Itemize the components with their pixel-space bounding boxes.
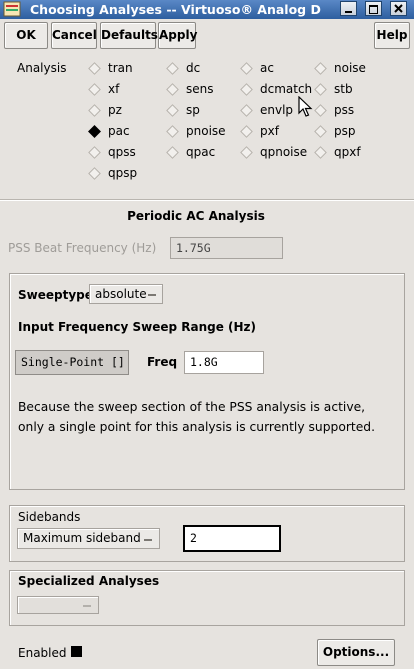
window-menu-icon[interactable] <box>3 1 21 17</box>
analysis-radio-label: qpxf <box>334 145 361 159</box>
radio-diamond-icon <box>314 62 327 75</box>
analysis-radio-label: tran <box>108 61 133 75</box>
defaults-button[interactable]: Defaults <box>100 22 158 49</box>
specialized-analyses-label: Specialized Analyses <box>18 574 160 588</box>
sweep-group <box>9 273 405 490</box>
freq-input[interactable]: 1.8G <box>184 351 264 374</box>
radio-diamond-icon <box>88 62 101 75</box>
analysis-radio-label: sens <box>186 82 214 96</box>
radio-diamond-icon <box>88 146 101 159</box>
maximize-button[interactable] <box>365 1 382 16</box>
radio-diamond-icon <box>314 146 327 159</box>
specialized-analyses-dropdown[interactable] <box>17 596 99 614</box>
sweep-mode-field[interactable]: Single-Point [] <box>15 350 129 375</box>
radio-diamond-icon <box>88 125 101 138</box>
radio-diamond-icon <box>166 62 179 75</box>
pss-beat-frequency-field: 1.75G <box>170 237 283 259</box>
analysis-radio-label: ac <box>260 61 274 75</box>
sideband-mode-value: Maximum sideband <box>23 531 141 545</box>
analysis-radio-label: qpss <box>108 145 136 159</box>
sweep-note-line-1: Because the sweep section of the PSS ana… <box>18 400 366 414</box>
analysis-radio-label: qpac <box>186 145 216 159</box>
radio-diamond-icon <box>314 104 327 117</box>
sidebands-input[interactable]: 2 <box>183 525 281 552</box>
analysis-radio-label: pxf <box>260 124 279 138</box>
ok-button[interactable]: OK <box>4 22 48 49</box>
section-title: Periodic AC Analysis <box>127 209 265 223</box>
analysis-radio-label: dcmatch <box>260 82 313 96</box>
analysis-radio-label: xf <box>108 82 120 96</box>
analysis-radio-label: pac <box>108 124 130 138</box>
analysis-radio-label: stb <box>334 82 353 96</box>
radio-diamond-icon <box>240 104 253 117</box>
sweeptype-dropdown[interactable]: absolute <box>89 284 163 304</box>
radio-diamond-icon <box>240 125 253 138</box>
separator <box>0 199 414 201</box>
radio-diamond-icon <box>314 83 327 96</box>
dropdown-icon <box>83 605 91 607</box>
window-title: Choosing Analyses -- Virtuoso® Analog D <box>30 2 321 17</box>
sidebands-label: Sidebands <box>18 510 81 524</box>
apply-button[interactable]: Apply <box>158 22 197 49</box>
enabled-label: Enabled <box>18 646 67 660</box>
close-button[interactable] <box>390 1 407 16</box>
dropdown-icon <box>148 294 156 296</box>
radio-diamond-icon <box>88 167 101 180</box>
freq-label: Freq <box>147 355 178 369</box>
radio-diamond-icon <box>240 146 253 159</box>
radio-diamond-icon <box>88 104 101 117</box>
radio-diamond-icon <box>166 83 179 96</box>
mouse-cursor-icon <box>298 96 313 117</box>
sweeptype-label: Sweeptype <box>18 288 93 302</box>
radio-diamond-icon <box>88 83 101 96</box>
radio-diamond-icon <box>240 83 253 96</box>
radio-diamond-icon <box>314 125 327 138</box>
close-icon <box>394 4 403 13</box>
dropdown-icon <box>144 538 152 541</box>
analysis-radio-label: pnoise <box>186 124 226 138</box>
minimize-icon <box>345 11 352 13</box>
analysis-radio-label: qpsp <box>108 166 138 180</box>
sideband-mode-dropdown[interactable]: Maximum sideband <box>17 528 160 549</box>
analysis-radio-label: sp <box>186 103 200 117</box>
sweep-note-line-2: only a single point for this analysis is… <box>18 420 375 434</box>
analysis-radio-label: envlp <box>260 103 294 117</box>
enabled-checkbox[interactable] <box>71 646 82 657</box>
analysis-radio-label: dc <box>186 61 201 75</box>
radio-diamond-icon <box>166 104 179 117</box>
pss-beat-frequency-label: PSS Beat Frequency (Hz) <box>8 241 157 255</box>
help-button[interactable]: Help <box>374 22 410 49</box>
cancel-button[interactable]: Cancel <box>51 22 97 49</box>
maximize-icon <box>369 5 378 14</box>
analysis-radio-label: pz <box>108 103 122 117</box>
options-button[interactable]: Options... <box>317 639 395 666</box>
analysis-label: Analysis <box>17 61 67 75</box>
minimize-button[interactable] <box>340 1 357 16</box>
analysis-radio-label: noise <box>334 61 366 75</box>
analysis-radio-label: psp <box>334 124 356 138</box>
radio-diamond-icon <box>166 146 179 159</box>
sweep-range-label: Input Frequency Sweep Range (Hz) <box>18 320 257 334</box>
analysis-radio-label: pss <box>334 103 355 117</box>
analysis-radio-label: qpnoise <box>260 145 308 159</box>
radio-diamond-icon <box>166 125 179 138</box>
radio-diamond-icon <box>240 62 253 75</box>
sweeptype-value: absolute <box>95 287 147 301</box>
